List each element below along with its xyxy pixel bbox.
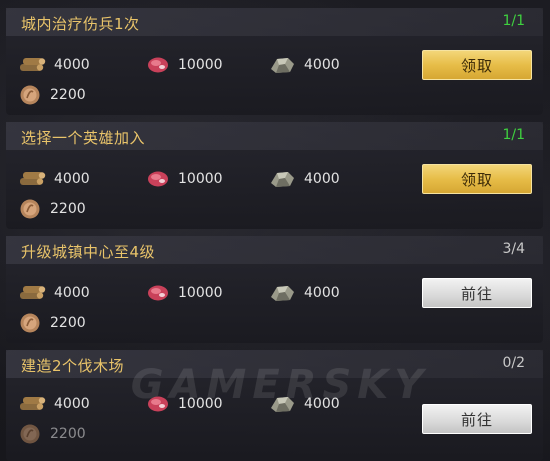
reward-coin-amount: 2200 bbox=[50, 426, 86, 442]
stone-icon bbox=[271, 397, 294, 412]
stone-icon bbox=[271, 58, 294, 73]
go-button[interactable]: 前往 bbox=[422, 278, 532, 308]
reward-stone-amount: 4000 bbox=[304, 396, 340, 412]
stone-icon bbox=[271, 286, 294, 301]
meat-icon bbox=[148, 285, 168, 301]
reward-stone: 4000 bbox=[268, 281, 340, 305]
quest-progress: 3/4 bbox=[502, 241, 525, 257]
reward-meat: 10000 bbox=[146, 53, 223, 77]
reward-wood: 4000 bbox=[18, 392, 90, 416]
meat-icon bbox=[148, 396, 168, 412]
stone-icon bbox=[271, 172, 294, 187]
reward-coin: 2200 bbox=[18, 422, 86, 446]
reward-coin: 2200 bbox=[18, 83, 86, 107]
go-button[interactable]: 前往 bbox=[422, 404, 532, 434]
coin-icon bbox=[20, 199, 40, 219]
reward-stone: 4000 bbox=[268, 392, 340, 416]
reward-wood-amount: 4000 bbox=[54, 285, 90, 301]
reward-wood-amount: 4000 bbox=[54, 396, 90, 412]
quest-progress: 1/1 bbox=[502, 13, 525, 29]
claim-button[interactable]: 领取 bbox=[422, 164, 532, 194]
reward-wood: 4000 bbox=[18, 53, 90, 77]
coin-icon bbox=[20, 85, 40, 105]
reward-meat: 10000 bbox=[146, 392, 223, 416]
quest-card: 选择一个英雄加入 1/1 4000 10000 4000 2200 领取 bbox=[6, 122, 543, 229]
reward-meat-amount: 10000 bbox=[178, 285, 223, 301]
wood-icon bbox=[20, 172, 46, 185]
quest-card: 城内治疗伤兵1次 1/1 4000 10000 4000 2200 领取 bbox=[6, 8, 543, 115]
meat-icon bbox=[148, 57, 168, 73]
quest-card: 建造2个伐木场 0/2 4000 10000 4000 2200 前往 bbox=[6, 350, 543, 461]
quest-title: 升级城镇中心至4级 bbox=[21, 243, 156, 261]
reward-wood: 4000 bbox=[18, 167, 90, 191]
reward-stone: 4000 bbox=[268, 167, 340, 191]
reward-wood-amount: 4000 bbox=[54, 171, 90, 187]
reward-stone-amount: 4000 bbox=[304, 57, 340, 73]
coin-icon bbox=[20, 424, 40, 444]
quest-title: 选择一个英雄加入 bbox=[21, 129, 146, 147]
reward-meat-amount: 10000 bbox=[178, 57, 223, 73]
reward-coin-amount: 2200 bbox=[50, 315, 86, 331]
quest-title: 建造2个伐木场 bbox=[21, 357, 125, 375]
reward-meat-amount: 10000 bbox=[178, 171, 223, 187]
wood-icon bbox=[20, 286, 46, 299]
quest-card: 升级城镇中心至4级 3/4 4000 10000 4000 2200 前往 bbox=[6, 236, 543, 343]
reward-coin: 2200 bbox=[18, 311, 86, 335]
reward-meat-amount: 10000 bbox=[178, 396, 223, 412]
wood-icon bbox=[20, 397, 46, 410]
reward-meat: 10000 bbox=[146, 281, 223, 305]
quest-title: 城内治疗伤兵1次 bbox=[21, 15, 140, 33]
reward-stone-amount: 4000 bbox=[304, 285, 340, 301]
reward-coin-amount: 2200 bbox=[50, 201, 86, 217]
quest-progress: 1/1 bbox=[502, 127, 525, 143]
coin-icon bbox=[20, 313, 40, 333]
meat-icon bbox=[148, 171, 168, 187]
reward-stone: 4000 bbox=[268, 53, 340, 77]
claim-button[interactable]: 领取 bbox=[422, 50, 532, 80]
reward-meat: 10000 bbox=[146, 167, 223, 191]
reward-coin: 2200 bbox=[18, 197, 86, 221]
reward-wood: 4000 bbox=[18, 281, 90, 305]
reward-wood-amount: 4000 bbox=[54, 57, 90, 73]
wood-icon bbox=[20, 58, 46, 71]
quest-progress: 0/2 bbox=[502, 355, 525, 371]
reward-coin-amount: 2200 bbox=[50, 87, 86, 103]
reward-stone-amount: 4000 bbox=[304, 171, 340, 187]
